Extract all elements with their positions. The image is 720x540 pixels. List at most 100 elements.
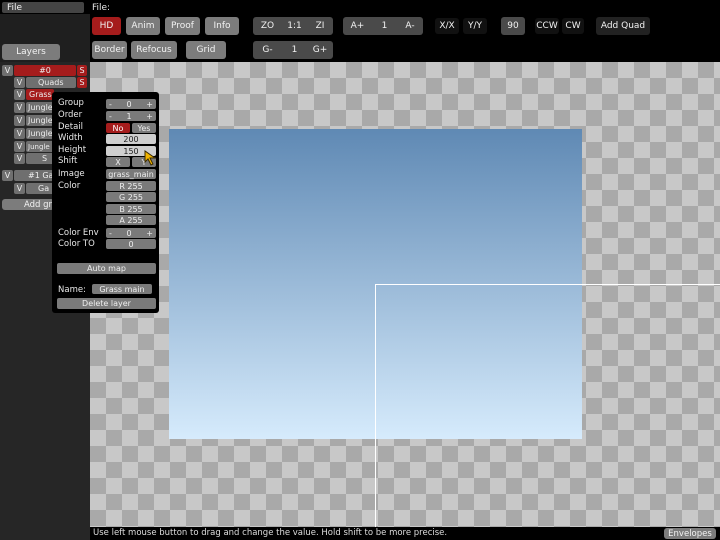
layer-name[interactable]: Jungle xyxy=(26,141,54,152)
group-row-0[interactable]: V #0 S xyxy=(2,65,88,76)
status-bar: Use left mouse button to drag and change… xyxy=(90,527,720,540)
layer-short-toggle[interactable]: S xyxy=(77,77,87,88)
add-quad-button[interactable]: Add Quad xyxy=(596,17,650,35)
visibility-toggle[interactable]: V xyxy=(14,102,25,113)
layer-name[interactable]: Jungle xyxy=(26,102,54,113)
grid-minus-button[interactable]: G- xyxy=(255,42,280,58)
color-g-field[interactable]: G 255 xyxy=(106,192,156,202)
shift-x-button[interactable]: X xyxy=(106,157,130,167)
visibility-toggle[interactable]: V xyxy=(14,183,25,194)
mouse-cursor-icon xyxy=(144,150,157,166)
screen-boundary-line xyxy=(375,284,720,285)
file-menu-button[interactable]: File xyxy=(2,2,84,13)
group-short-toggle[interactable]: S xyxy=(77,65,87,76)
order-label: Order xyxy=(58,110,83,120)
layer-row-jungle-1[interactable]: V Jungle xyxy=(14,102,54,113)
anim-speed-up-button[interactable]: A+ xyxy=(345,18,370,34)
info-button[interactable]: Info xyxy=(205,17,239,35)
layers-tab[interactable]: Layers xyxy=(2,44,60,60)
anim-speed-down-button[interactable]: A- xyxy=(399,18,421,34)
visibility-toggle[interactable]: V xyxy=(14,115,25,126)
anim-speed-value[interactable]: 1 xyxy=(372,18,397,34)
layer-row-jungle-3[interactable]: V Jungle xyxy=(14,128,54,139)
minus-icon[interactable]: - xyxy=(109,112,112,121)
group-row-1[interactable]: V #1 Ga xyxy=(2,170,54,181)
detail-label: Detail xyxy=(58,122,84,132)
proof-button[interactable]: Proof xyxy=(165,17,200,35)
layer-name[interactable]: Grass xyxy=(26,89,54,100)
shift-label: Shift xyxy=(58,156,78,166)
rotate-cw-button[interactable]: CW xyxy=(562,18,584,34)
layer-name[interactable]: Ga xyxy=(26,183,54,194)
visibility-toggle[interactable]: V xyxy=(2,170,13,181)
layer-name[interactable]: Jungle xyxy=(26,128,54,139)
delete-layer-button[interactable]: Delete layer xyxy=(57,298,156,309)
group-stepper[interactable]: - 0 + xyxy=(106,99,156,109)
color-to-label: Color TO xyxy=(58,239,95,249)
image-select[interactable]: grass_main xyxy=(106,169,156,179)
rotate-ccw-button[interactable]: CCW xyxy=(535,18,559,34)
color-a-field[interactable]: A 255 xyxy=(106,215,156,225)
plus-icon[interactable]: + xyxy=(146,100,153,109)
visibility-toggle[interactable]: V xyxy=(14,128,25,139)
color-env-value: 0 xyxy=(126,228,132,238)
layer-row-last[interactable]: V S xyxy=(14,153,54,164)
order-value: 1 xyxy=(126,111,132,121)
visibility-toggle[interactable]: V xyxy=(14,77,25,88)
detail-yes-button[interactable]: Yes xyxy=(132,123,156,133)
visibility-toggle[interactable]: V xyxy=(14,141,25,152)
border-button[interactable]: Border xyxy=(92,41,127,59)
add-group-button[interactable]: Add gr xyxy=(2,199,54,210)
auto-map-button[interactable]: Auto map xyxy=(57,263,156,274)
order-stepper[interactable]: - 1 + xyxy=(106,111,156,121)
zoom-reset-button[interactable]: 1:1 xyxy=(282,18,307,34)
flip-y-button[interactable]: Y/Y xyxy=(463,18,487,34)
minus-icon[interactable]: - xyxy=(109,100,112,109)
width-field[interactable]: 200 xyxy=(106,134,156,144)
color-env-label: Color Env xyxy=(58,228,99,238)
zoom-in-button[interactable]: ZI xyxy=(309,18,331,34)
color-to-field[interactable]: 0 xyxy=(106,239,156,249)
layer-name[interactable]: Jungle xyxy=(26,115,54,126)
screen-boundary-line xyxy=(375,284,376,527)
flip-x-button[interactable]: X/X xyxy=(435,18,459,34)
grid-button[interactable]: Grid xyxy=(186,41,226,59)
visibility-toggle[interactable]: V xyxy=(14,153,25,164)
layer-row-jungle-2[interactable]: V Jungle xyxy=(14,115,54,126)
minus-icon[interactable]: - xyxy=(109,229,112,238)
width-label: Width xyxy=(58,133,83,143)
map-canvas[interactable] xyxy=(90,62,720,527)
color-env-stepper[interactable]: - 0 + xyxy=(106,228,156,238)
layer-name-field[interactable]: Grass main xyxy=(92,284,152,294)
color-b-field[interactable]: B 255 xyxy=(106,204,156,214)
layer-name[interactable]: Quads xyxy=(26,77,76,88)
zoom-out-button[interactable]: ZO xyxy=(255,18,280,34)
plus-icon[interactable]: + xyxy=(146,112,153,121)
layer-name[interactable]: S xyxy=(26,153,54,164)
hd-button[interactable]: HD xyxy=(92,17,121,35)
plus-icon[interactable]: + xyxy=(146,229,153,238)
visibility-toggle[interactable]: V xyxy=(14,89,25,100)
group-name[interactable]: #0 xyxy=(14,65,76,76)
grid-plus-button[interactable]: G+ xyxy=(309,42,331,58)
name-label: Name: xyxy=(58,285,86,295)
visibility-toggle[interactable]: V xyxy=(2,65,13,76)
layer-row-jungle-4[interactable]: V Jungle xyxy=(14,141,54,152)
anim-button[interactable]: Anim xyxy=(126,17,160,35)
grid-size-value[interactable]: 1 xyxy=(282,42,307,58)
refocus-button[interactable]: Refocus xyxy=(131,41,177,59)
envelopes-button[interactable]: Envelopes xyxy=(664,528,716,539)
height-label: Height xyxy=(58,145,87,155)
status-text: Use left mouse button to drag and change… xyxy=(93,528,448,538)
group-name[interactable]: #1 Ga xyxy=(14,170,54,181)
layer-row-group1[interactable]: V Ga xyxy=(14,183,54,194)
image-label: Image xyxy=(58,169,85,179)
layer-properties-popup: Group - 0 + Order - 1 + Detail No Yes Wi… xyxy=(52,92,159,313)
layer-row-grass[interactable]: V Grass xyxy=(14,89,54,100)
layer-row-quads[interactable]: V Quads S xyxy=(14,77,88,88)
toolbar: File: HD Anim Proof Info ZO 1:1 ZI A+ 1 … xyxy=(90,0,720,62)
color-r-field[interactable]: R 255 xyxy=(106,181,156,191)
rotation-angle-field[interactable]: 90 xyxy=(501,17,525,35)
color-label: Color xyxy=(58,181,81,191)
detail-no-button[interactable]: No xyxy=(106,123,130,133)
